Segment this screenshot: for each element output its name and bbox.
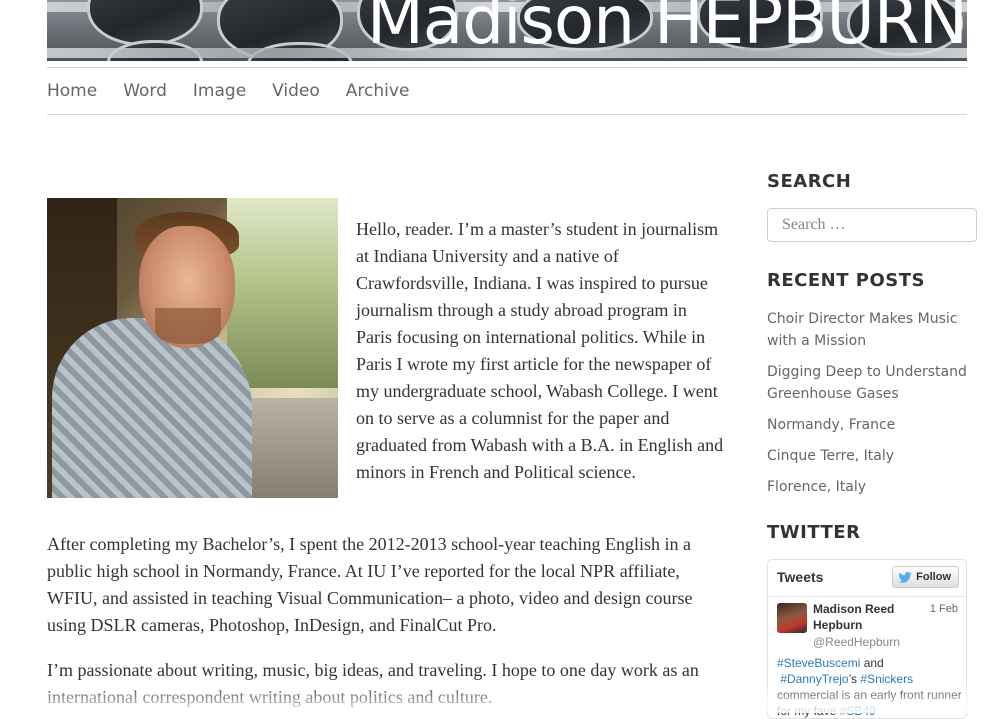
photo-beard <box>155 308 221 344</box>
twitter-widget-title: Tweets <box>777 569 824 585</box>
tweet-handle[interactable]: @ReedHepburn <box>813 635 900 649</box>
recent-post-link[interactable]: Cinque Terre, Italy <box>767 448 894 464</box>
tweet-text-fragment: and <box>860 656 884 670</box>
hashtag-link[interactable]: #DannyTrejo <box>780 672 848 686</box>
recent-post-link[interactable]: Choir Director Makes Music with a Missio… <box>767 311 957 349</box>
main-nav: Home Word Image Video Archive <box>47 80 435 102</box>
nav-image[interactable]: Image <box>193 80 246 102</box>
recent-post-link[interactable]: Normandy, France <box>767 417 895 433</box>
follow-label: Follow <box>916 571 951 583</box>
photo-bg-trees <box>227 198 338 388</box>
twitter-widget: Tweets Follow Madison Reed Hepburn 1 Feb… <box>767 559 967 719</box>
recent-post-link[interactable]: Digging Deep to Understand Greenhouse Ga… <box>767 364 967 402</box>
banner-window <box>87 0 203 46</box>
passion-paragraph: I’m passionate about writing, music, big… <box>47 660 699 707</box>
intro-paragraph: Hello, reader. I’m a master’s student in… <box>356 219 724 482</box>
twitter-follow-button[interactable]: Follow <box>892 566 959 588</box>
list-item: Florence, Italy <box>767 476 967 498</box>
header-divider <box>47 67 967 68</box>
hashtag-link[interactable]: #SB49 <box>840 704 876 718</box>
twitter-bird-icon <box>898 571 912 583</box>
recent-posts-list: Choir Director Makes Music with a Missio… <box>767 308 967 507</box>
nav-word[interactable]: Word <box>123 80 167 102</box>
recent-posts-heading: RECENT POSTS <box>767 270 925 291</box>
tweet-date[interactable]: 1 Feb <box>930 603 958 615</box>
list-item: Normandy, France <box>767 414 967 436</box>
nav-divider <box>47 114 967 115</box>
hashtag-link[interactable]: #Snickers <box>860 672 913 686</box>
avatar[interactable] <box>777 603 807 633</box>
tweet-text-fragment: ’s <box>848 672 861 686</box>
twitter-divider <box>768 596 966 597</box>
list-item: Cinque Terre, Italy <box>767 445 967 467</box>
nav-archive[interactable]: Archive <box>346 80 410 102</box>
search-input[interactable] <box>767 208 977 242</box>
photo-shirt <box>52 318 252 498</box>
author-photo <box>47 198 338 498</box>
nav-video[interactable]: Video <box>272 80 320 102</box>
tweet-author[interactable]: Madison Reed Hepburn <box>813 601 923 633</box>
nav-home[interactable]: Home <box>47 80 97 102</box>
list-item: Digging Deep to Understand Greenhouse Ga… <box>767 361 967 405</box>
site-title[interactable]: Madison HEPBURN <box>367 0 967 54</box>
bio-paragraph: After completing my Bachelor’s, I spent … <box>47 534 693 635</box>
header-banner: Madison HEPBURN <box>47 0 967 61</box>
twitter-heading: TWITTER <box>767 522 861 543</box>
search-heading: SEARCH <box>767 171 852 192</box>
list-item: Choir Director Makes Music with a Missio… <box>767 308 967 352</box>
recent-post-link[interactable]: Florence, Italy <box>767 479 866 495</box>
tweet-text: #SteveBuscemi and #DannyTrejo’s #Snicker… <box>777 655 962 718</box>
hashtag-link[interactable]: #SteveBuscemi <box>777 656 860 670</box>
